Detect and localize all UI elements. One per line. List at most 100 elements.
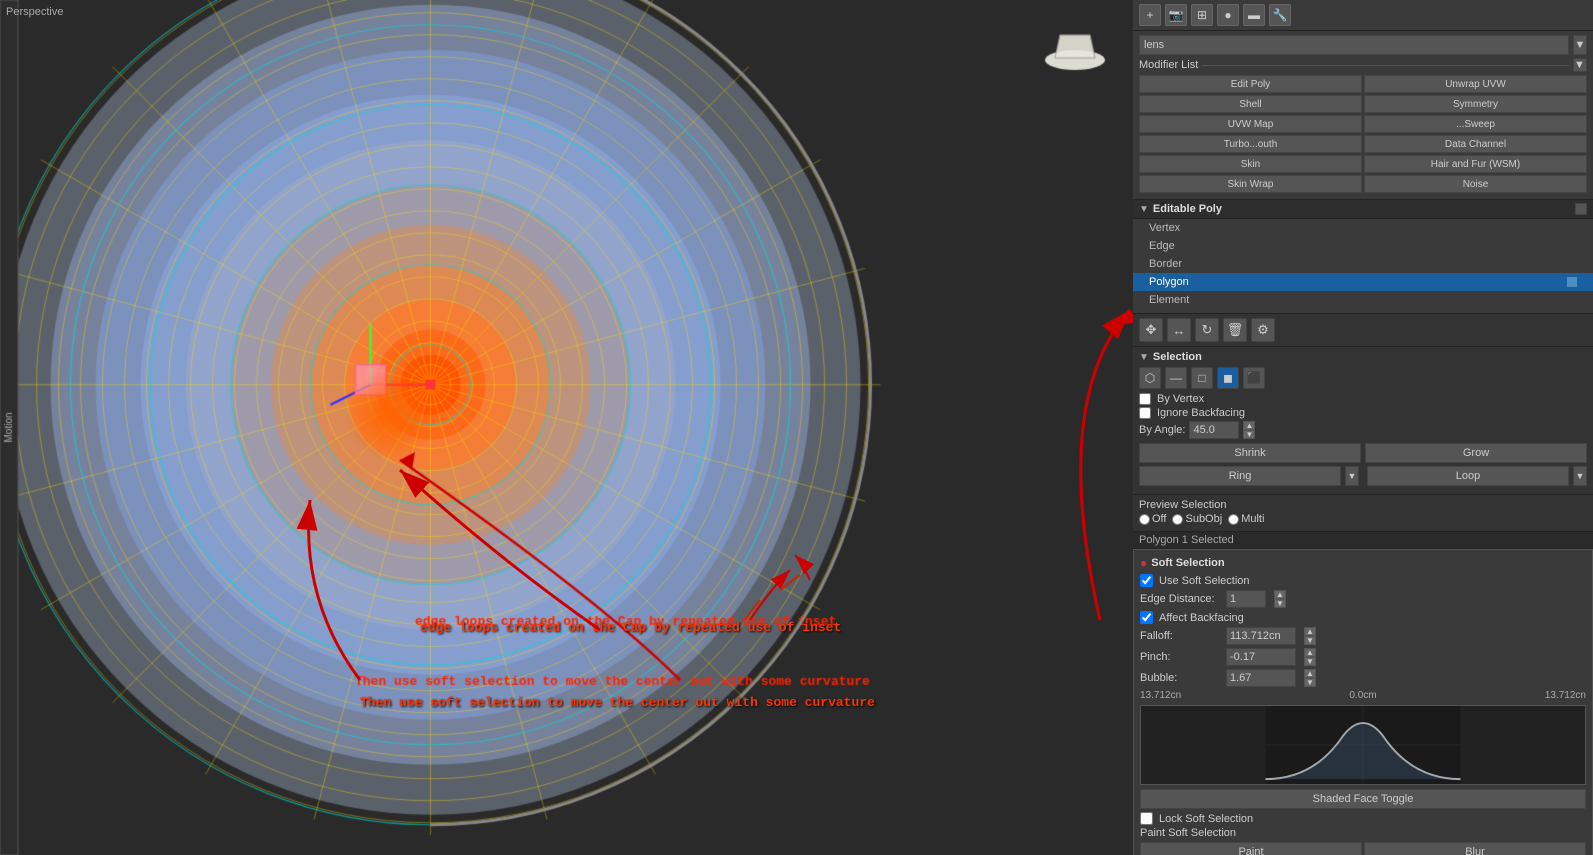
edit-poly-btn[interactable]: Edit Poly <box>1139 75 1362 93</box>
falloff-input[interactable] <box>1226 627 1296 645</box>
by-angle-input[interactable] <box>1189 421 1239 439</box>
polygon-indicator <box>1567 277 1577 287</box>
ring-options[interactable]: ▼ <box>1345 466 1359 486</box>
element-item[interactable]: Element <box>1133 291 1593 309</box>
grow-btn[interactable]: Grow <box>1365 443 1587 463</box>
modifier-options[interactable]: ▼ <box>1573 58 1587 72</box>
shell-btn[interactable]: Shell <box>1139 95 1362 113</box>
sel-icon-element[interactable]: ⬛ <box>1243 367 1265 389</box>
preview-section: Preview Selection Off SubObj Multi <box>1133 495 1593 532</box>
soft-selection-panel: ● Soft Selection Use Soft Selection Edge… <box>1133 549 1593 855</box>
curve-label-right: 13.712cn <box>1545 690 1586 701</box>
move-icon-btn[interactable]: ↔ <box>1167 318 1191 342</box>
modifier-section: ▼ Modifier List ▼ Edit Poly Unwrap UVW S… <box>1133 31 1593 200</box>
poly-toggle[interactable] <box>1575 203 1587 215</box>
angle-up[interactable]: ▲ <box>1243 421 1255 430</box>
multi-label: Multi <box>1241 513 1264 525</box>
subobj-radio-label[interactable]: SubObj <box>1172 513 1222 525</box>
settings-icon-btn[interactable]: ⚙ <box>1251 318 1275 342</box>
noise-btn[interactable]: Noise <box>1364 175 1587 193</box>
edge-item[interactable]: Edge <box>1133 237 1593 255</box>
lock-soft-label: Lock Soft Selection <box>1159 813 1253 825</box>
sel-icon-vertex[interactable]: ⬡ <box>1139 367 1161 389</box>
sweep-btn[interactable]: ...Sweep <box>1364 115 1587 133</box>
camera-button[interactable]: 📷 <box>1165 4 1187 26</box>
falloff-up[interactable]: ▲ <box>1304 627 1316 636</box>
pinch-up[interactable]: ▲ <box>1304 648 1316 657</box>
symmetry-btn[interactable]: Symmetry <box>1364 95 1587 113</box>
pinch-label: Pinch: <box>1140 651 1220 663</box>
subobj-radio[interactable] <box>1172 514 1183 525</box>
sel-icon-polygon[interactable]: ◼ <box>1217 367 1239 389</box>
angle-down[interactable]: ▼ <box>1243 430 1255 439</box>
editable-poly-section: ▼ Editable Poly Vertex Edge Border Polyg… <box>1133 200 1593 314</box>
sel-icon-edge[interactable]: — <box>1165 367 1187 389</box>
affect-backfacing-checkbox[interactable] <box>1140 611 1153 624</box>
vertex-item[interactable]: Vertex <box>1133 219 1593 237</box>
paint-soft-label: Paint Soft Selection <box>1140 827 1586 839</box>
shrink-btn[interactable]: Shrink <box>1139 443 1361 463</box>
multi-radio[interactable] <box>1228 514 1239 525</box>
editable-poly-title: Editable Poly <box>1153 203 1222 215</box>
edge-dist-up[interactable]: ▲ <box>1274 590 1286 599</box>
sel-icon-border[interactable]: □ <box>1191 367 1213 389</box>
edge-dist-down[interactable]: ▼ <box>1274 599 1286 608</box>
editable-poly-header[interactable]: ▼ Editable Poly <box>1133 200 1593 219</box>
delete-icon-btn[interactable]: 🗑 <box>1223 318 1247 342</box>
turbo-btn[interactable]: Turbo...outh <box>1139 135 1362 153</box>
paint-btn[interactable]: Paint <box>1140 842 1362 855</box>
falloff-down[interactable]: ▼ <box>1304 636 1316 645</box>
curve-label-left: 13.712cn <box>1140 690 1181 701</box>
by-angle-label: By Angle: <box>1139 424 1185 436</box>
select-icon-btn[interactable]: ✥ <box>1139 318 1163 342</box>
skin-wrap-btn[interactable]: Skin Wrap <box>1139 175 1362 193</box>
viewport-canvas <box>0 0 1133 855</box>
sphere-button[interactable]: ● <box>1217 4 1239 26</box>
bubble-up[interactable]: ▲ <box>1304 669 1316 678</box>
pinch-input[interactable] <box>1226 648 1296 666</box>
skin-btn[interactable]: Skin <box>1139 155 1362 173</box>
rect-button[interactable]: ▬ <box>1243 4 1265 26</box>
bubble-input[interactable] <box>1226 669 1296 687</box>
uvw-map-btn[interactable]: UVW Map <box>1139 115 1362 133</box>
modifier-list-label: Modifier List <box>1139 59 1198 71</box>
bubble-down[interactable]: ▼ <box>1304 678 1316 687</box>
ring-btn[interactable]: Ring <box>1139 466 1341 486</box>
by-vertex-checkbox[interactable] <box>1139 393 1151 405</box>
polygon-item[interactable]: Polygon <box>1133 273 1593 291</box>
off-radio-label[interactable]: Off <box>1139 513 1166 525</box>
unwrap-uvw-btn[interactable]: Unwrap UVW <box>1364 75 1587 93</box>
multi-radio-label[interactable]: Multi <box>1228 513 1264 525</box>
off-radio[interactable] <box>1139 514 1150 525</box>
dropdown-arrow[interactable]: ▼ <box>1573 35 1587 55</box>
edge-distance-label: Edge Distance: <box>1140 593 1220 605</box>
collapse-arrow: ▼ <box>1139 204 1149 215</box>
lens-search-input[interactable] <box>1139 35 1569 55</box>
rotate-icon-btn[interactable]: ↻ <box>1195 318 1219 342</box>
border-item[interactable]: Border <box>1133 255 1593 273</box>
wrench-button[interactable]: 🔧 <box>1269 4 1291 26</box>
selection-title: Selection <box>1153 351 1202 363</box>
right-panel: + 📷 ⊞ ● ▬ 🔧 ▼ Modifier List ▼ Edit Poly … <box>1133 0 1593 855</box>
falloff-curve <box>1140 705 1586 785</box>
ignore-backfacing-label: Ignore Backfacing <box>1157 407 1245 419</box>
top-toolbar: + 📷 ⊞ ● ▬ 🔧 <box>1133 0 1593 31</box>
loop-options[interactable]: ▼ <box>1573 466 1587 486</box>
ignore-backfacing-checkbox[interactable] <box>1139 407 1151 419</box>
hair-fur-btn[interactable]: Hair and Fur (WSM) <box>1364 155 1587 173</box>
lock-soft-checkbox[interactable] <box>1140 812 1153 825</box>
use-soft-checkbox[interactable] <box>1140 574 1153 587</box>
blur-btn[interactable]: Blur <box>1364 842 1586 855</box>
loop-btn[interactable]: Loop <box>1367 466 1569 486</box>
by-vertex-label: By Vertex <box>1157 393 1204 405</box>
soft-selection-indicator: ● <box>1140 556 1147 570</box>
edge-distance-input[interactable] <box>1226 590 1266 608</box>
add-button[interactable]: + <box>1139 4 1161 26</box>
pinch-down[interactable]: ▼ <box>1304 657 1316 666</box>
viewport[interactable]: edge loops created on the Cap by repeate… <box>0 0 1133 855</box>
off-label: Off <box>1152 513 1166 525</box>
grid-button[interactable]: ⊞ <box>1191 4 1213 26</box>
shaded-face-toggle-btn[interactable]: Shaded Face Toggle <box>1140 789 1586 809</box>
curve-label-center: 0.0cm <box>1349 690 1376 701</box>
data-channel-btn[interactable]: Data Channel <box>1364 135 1587 153</box>
